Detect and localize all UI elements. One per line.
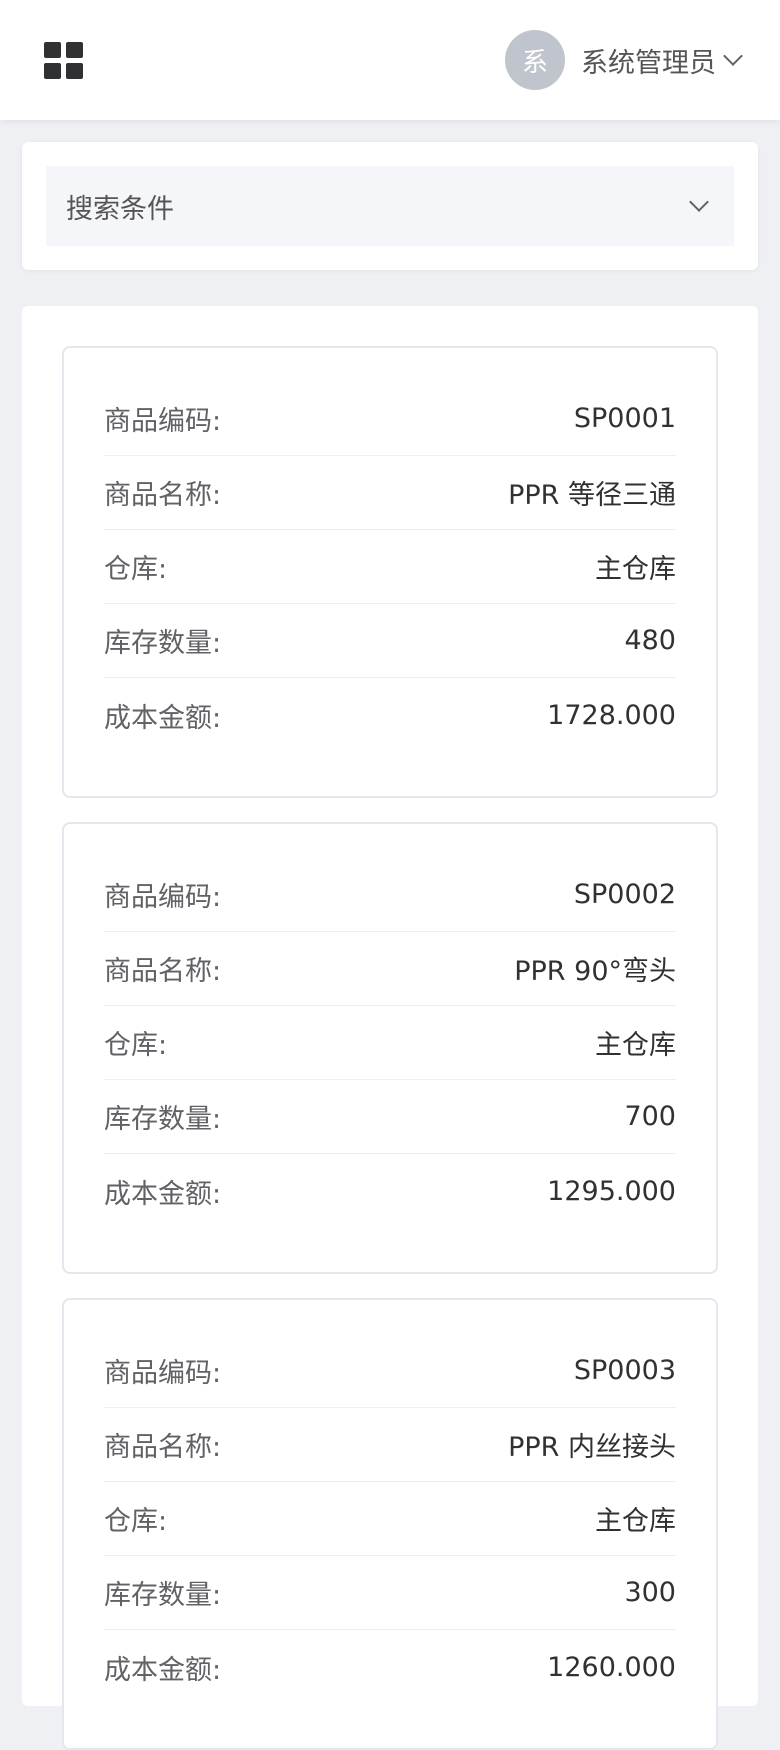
row-product-name: 商品名称: PPR 90°弯头 [104, 932, 676, 1006]
product-name: PPR 等径三通 [508, 480, 676, 511]
chevron-down-icon[interactable] [689, 192, 709, 212]
warehouse: 主仓库 [595, 554, 676, 585]
row-label: 成本金额: [104, 1654, 222, 1686]
user-name[interactable]: 系统管理员 [581, 41, 716, 80]
row-label: 仓库: [104, 1506, 168, 1537]
search-panel: 搜索条件 [22, 142, 758, 270]
row-cost-amount: 成本金额: 1728.000 [104, 678, 676, 752]
row-label: 商品编码: [104, 1358, 222, 1389]
product-code: SP0001 [573, 403, 676, 434]
cost-amount: 1295.000 [547, 1175, 676, 1207]
product-code: SP0003 [573, 1355, 676, 1386]
user-menu[interactable]: 系 系统管理员 [505, 30, 743, 90]
row-label: 商品名称: [104, 480, 222, 511]
row-warehouse: 仓库: 主仓库 [104, 1006, 676, 1080]
search-title: 搜索条件 [66, 193, 174, 225]
row-label: 仓库: [104, 554, 168, 585]
cost-amount: 1260.000 [547, 1651, 676, 1683]
row-label: 商品编码: [104, 406, 222, 437]
chevron-down-icon[interactable] [723, 46, 743, 66]
inventory-card[interactable]: 商品编码: SP0002 商品名称: PPR 90°弯头 仓库: 主仓库 库存数… [62, 822, 718, 1274]
product-name: PPR 90°弯头 [514, 956, 676, 987]
row-label: 商品名称: [104, 1432, 222, 1463]
row-label: 成本金额: [104, 1178, 222, 1210]
row-warehouse: 仓库: 主仓库 [104, 530, 676, 604]
inventory-card[interactable]: 商品编码: SP0001 商品名称: PPR 等径三通 仓库: 主仓库 库存数量… [62, 346, 718, 798]
stock-qty: 700 [624, 1101, 676, 1132]
grid-menu-icon[interactable] [44, 42, 84, 80]
row-product-code: 商品编码: SP0002 [104, 858, 676, 932]
row-label: 商品编码: [104, 882, 222, 913]
cost-amount: 1728.000 [547, 699, 676, 731]
row-product-code: 商品编码: SP0001 [104, 382, 676, 456]
row-cost-amount: 成本金额: 1260.000 [104, 1630, 676, 1704]
warehouse: 主仓库 [595, 1030, 676, 1061]
row-label: 仓库: [104, 1030, 168, 1061]
row-product-code: 商品编码: SP0003 [104, 1334, 676, 1408]
avatar[interactable]: 系 [505, 30, 565, 90]
row-label: 商品名称: [104, 956, 222, 987]
stock-qty: 300 [624, 1577, 676, 1608]
top-navbar: 系 系统管理员 [0, 0, 780, 120]
search-conditions-toggle[interactable]: 搜索条件 [46, 166, 734, 246]
stock-qty: 480 [624, 625, 676, 656]
row-label: 库存数量: [104, 1104, 222, 1135]
product-code: SP0002 [573, 879, 676, 910]
warehouse: 主仓库 [595, 1506, 676, 1537]
row-stock-qty: 库存数量: 700 [104, 1080, 676, 1154]
row-stock-qty: 库存数量: 480 [104, 604, 676, 678]
row-label: 库存数量: [104, 1580, 222, 1611]
inventory-card[interactable]: 商品编码: SP0003 商品名称: PPR 内丝接头 仓库: 主仓库 库存数量… [62, 1298, 718, 1750]
row-label: 成本金额: [104, 702, 222, 734]
product-name: PPR 内丝接头 [508, 1432, 676, 1463]
row-stock-qty: 库存数量: 300 [104, 1556, 676, 1630]
row-label: 库存数量: [104, 628, 222, 659]
row-cost-amount: 成本金额: 1295.000 [104, 1154, 676, 1228]
row-product-name: 商品名称: PPR 内丝接头 [104, 1408, 676, 1482]
row-warehouse: 仓库: 主仓库 [104, 1482, 676, 1556]
row-product-name: 商品名称: PPR 等径三通 [104, 456, 676, 530]
inventory-list: 商品编码: SP0001 商品名称: PPR 等径三通 仓库: 主仓库 库存数量… [22, 306, 758, 1750]
